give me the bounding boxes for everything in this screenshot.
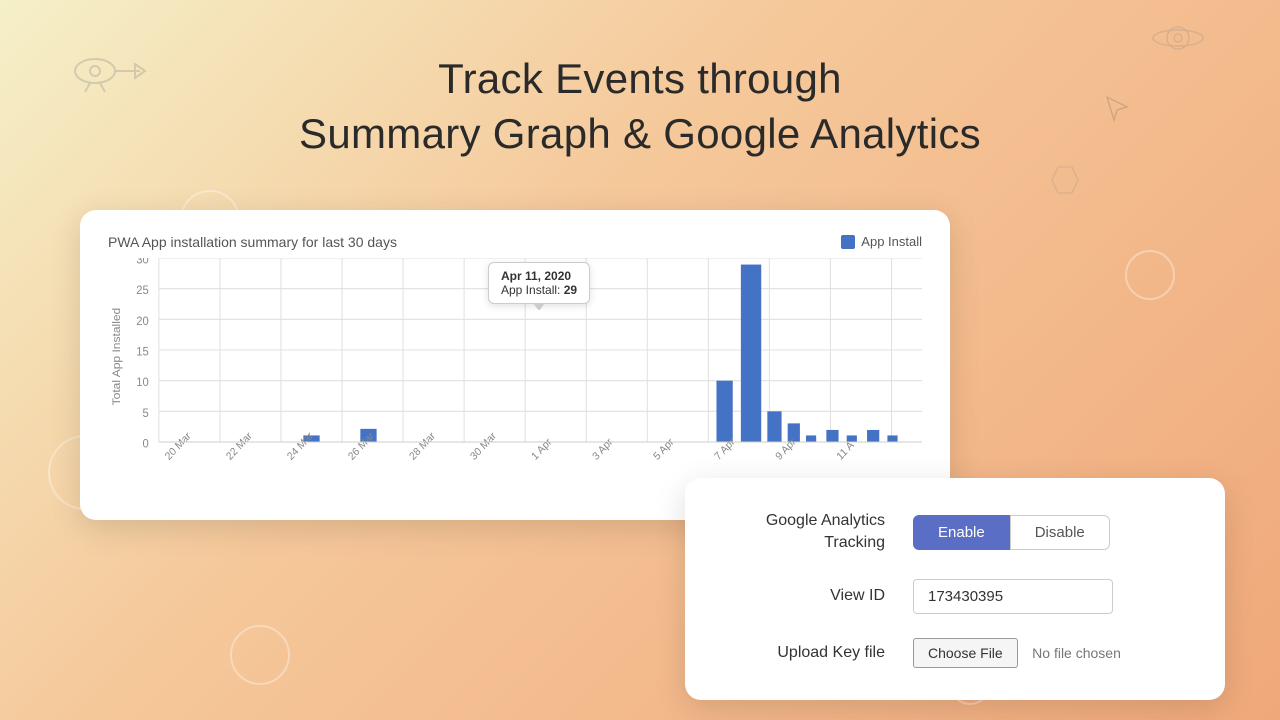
svg-text:25: 25 [136, 284, 148, 297]
no-file-chosen-text: No file chosen [1032, 645, 1121, 661]
svg-text:30 Mar: 30 Mar [468, 430, 499, 463]
svg-text:1 Apr: 1 Apr [529, 436, 554, 463]
tooltip-value: App Install: 29 [501, 283, 577, 297]
svg-text:5 Apr: 5 Apr [651, 436, 676, 463]
chart-legend: App Install [841, 234, 922, 249]
svg-text:10: 10 [136, 376, 148, 389]
decor-circle-4 [230, 625, 290, 685]
graph-title: PWA App installation summary for last 30… [108, 234, 922, 250]
disable-button[interactable]: Disable [1010, 515, 1110, 550]
file-upload-area: Choose File No file chosen [913, 638, 1121, 668]
enable-button[interactable]: Enable [913, 515, 1010, 550]
analytics-card: Google Analytics Tracking Enable Disable… [685, 478, 1225, 700]
diamond-decor [1050, 165, 1080, 202]
svg-text:20: 20 [136, 314, 148, 327]
tracking-toggle-group: Enable Disable [913, 515, 1110, 550]
svg-text:28 Mar: 28 Mar [407, 430, 438, 463]
svg-text:0: 0 [142, 437, 148, 450]
legend-label: App Install [861, 234, 922, 249]
svg-text:Total App Installed: Total App Installed [111, 308, 124, 406]
view-id-input[interactable] [913, 579, 1113, 614]
svg-text:5: 5 [142, 406, 148, 419]
svg-text:3 Apr: 3 Apr [590, 436, 615, 463]
svg-text:20 Mar: 20 Mar [163, 430, 194, 463]
page-title: Track Events through Summary Graph & Goo… [0, 0, 1280, 161]
chart-area: Apr 11, 2020 App Install: 29 [108, 258, 922, 488]
view-id-label: View ID [725, 585, 885, 607]
upload-label: Upload Key file [725, 642, 885, 664]
tracking-label: Google Analytics Tracking [725, 510, 885, 555]
upload-row: Upload Key file Choose File No file chos… [725, 638, 1185, 668]
graph-card: PWA App installation summary for last 30… [80, 210, 950, 520]
chart-tooltip: Apr 11, 2020 App Install: 29 [488, 262, 590, 304]
tooltip-date: Apr 11, 2020 [501, 269, 577, 283]
svg-text:7 Apr: 7 Apr [712, 436, 737, 463]
svg-text:30: 30 [136, 258, 148, 267]
view-id-row: View ID [725, 579, 1185, 614]
tooltip-arrow [533, 303, 545, 311]
decor-circle-2 [1125, 250, 1175, 300]
legend-dot [841, 235, 855, 249]
svg-text:15: 15 [136, 345, 148, 358]
svg-text:24 Mar: 24 Mar [285, 430, 316, 463]
tracking-row: Google Analytics Tracking Enable Disable [725, 510, 1185, 555]
choose-file-button[interactable]: Choose File [913, 638, 1018, 668]
svg-text:22 Mar: 22 Mar [224, 430, 255, 463]
